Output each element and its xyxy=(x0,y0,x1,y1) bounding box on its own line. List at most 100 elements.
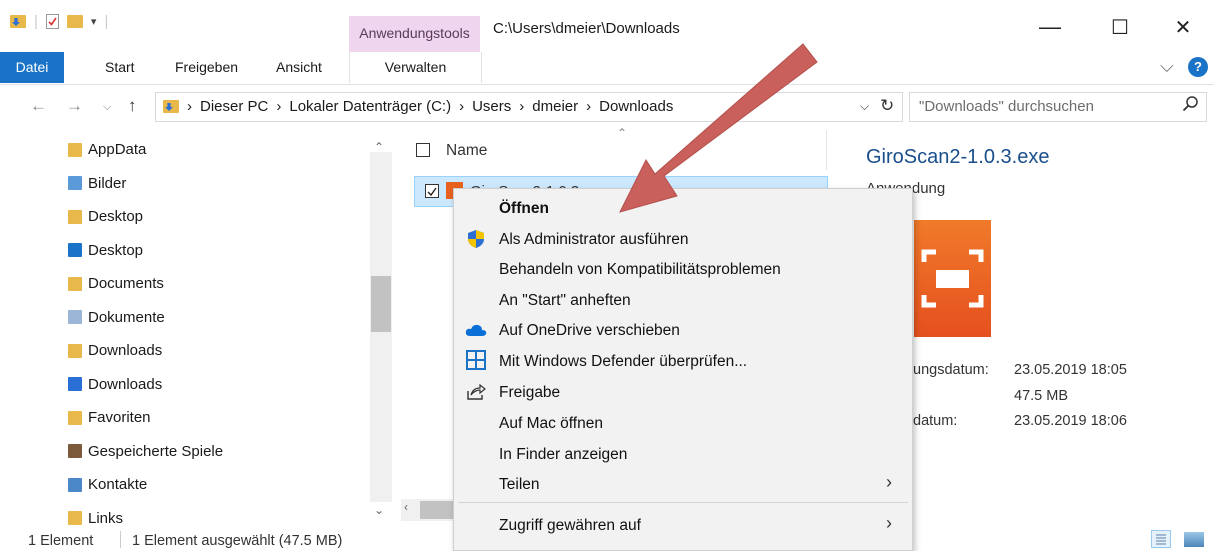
status-divider xyxy=(120,531,121,548)
share-icon xyxy=(465,381,487,403)
properties-check-icon[interactable] xyxy=(45,14,59,29)
recent-locations-icon[interactable]: ⌵ xyxy=(103,101,111,114)
tree-item-label: Bilder xyxy=(88,174,127,192)
tree-item-label: AppData xyxy=(88,141,147,158)
menu-item-troubleshoot-compatibility[interactable]: Behandeln von Kompatibilitätsproblemen xyxy=(499,256,781,284)
preview-meta-label: datum: xyxy=(913,413,958,429)
status-selection: 1 Element ausgewählt (47.5 MB) xyxy=(132,533,343,549)
toolbar-divider: | xyxy=(34,13,38,30)
menu-separator xyxy=(458,502,908,503)
scroll-down-icon[interactable]: ⌄ xyxy=(374,503,384,517)
search-icon[interactable] xyxy=(1182,95,1199,116)
menu-item-scan-defender[interactable]: Mit Windows Defender überprüfen... xyxy=(499,348,747,376)
list-horizontal-scrollbar-thumb[interactable] xyxy=(420,501,454,519)
desktop-folder-icon xyxy=(68,243,82,257)
status-item-count: 1 Element xyxy=(28,533,94,549)
select-all-checkbox[interactable] xyxy=(416,143,430,157)
forward-arrow-icon[interactable]: → xyxy=(66,96,83,116)
tree-item[interactable]: AppData xyxy=(68,133,146,166)
tree-item[interactable]: Documents xyxy=(68,267,164,300)
onedrive-cloud-icon xyxy=(465,319,487,341)
details-view-icon[interactable] xyxy=(1151,530,1171,548)
tree-item[interactable]: Desktop xyxy=(68,234,143,267)
toolbar-divider: | xyxy=(104,13,109,30)
preview-meta-label: ungsdatum: xyxy=(913,362,989,378)
file-row-checkbox[interactable] xyxy=(425,184,439,198)
maximize-button[interactable]: ☐ xyxy=(1100,14,1140,40)
new-folder-icon[interactable] xyxy=(66,15,83,28)
address-dropdown-icon[interactable]: ⌵ xyxy=(860,99,869,114)
column-header-name[interactable]: Name xyxy=(446,142,487,160)
tree-item-label: Desktop xyxy=(88,241,144,259)
scroll-left-icon[interactable]: ‹ xyxy=(404,500,408,514)
breadcrumb-item[interactable]: Downloads xyxy=(599,98,673,115)
breadcrumb-separator-icon[interactable]: › xyxy=(519,98,524,115)
close-button[interactable]: ✕ xyxy=(1163,14,1203,40)
breadcrumb: › Dieser PC › Lokaler Datenträger (C:) ›… xyxy=(187,98,673,115)
refresh-icon[interactable]: ↻ xyxy=(880,96,894,116)
tab-ansicht[interactable]: Ansicht xyxy=(276,52,322,83)
menu-item-show-in-finder[interactable]: In Finder anzeigen xyxy=(499,441,627,469)
tab-datei[interactable]: Datei xyxy=(0,52,64,83)
favorites-folder-icon xyxy=(68,410,82,425)
customize-dropdown-icon[interactable]: ▾ xyxy=(91,15,97,28)
tree-item[interactable]: Downloads xyxy=(68,334,162,367)
large-icons-view-icon[interactable] xyxy=(1184,532,1204,547)
breadcrumb-item[interactable]: Lokaler Datenträger (C:) xyxy=(289,98,451,115)
menu-item-pin-to-start[interactable]: An "Start" anheften xyxy=(499,287,631,315)
tree-item[interactable]: Dokumente xyxy=(68,301,165,334)
breadcrumb-separator-icon[interactable]: › xyxy=(586,98,591,115)
tree-item[interactable]: Downloads xyxy=(68,368,162,401)
window-title: C:\Users\dmeier\Downloads xyxy=(493,20,680,37)
submenu-arrow-icon: › xyxy=(886,472,892,492)
downloads-location-icon xyxy=(163,100,179,113)
tree-item[interactable]: Favoriten xyxy=(68,401,151,434)
tab-freigeben[interactable]: Freigeben xyxy=(175,52,238,83)
tree-scrollbar-thumb[interactable] xyxy=(371,276,391,332)
preview-meta-value: 23.05.2019 18:06 xyxy=(1014,413,1127,429)
documents-folder-icon xyxy=(68,310,82,324)
search-placeholder[interactable]: "Downloads" durchsuchen xyxy=(919,98,1094,115)
tree-item[interactable]: Desktop xyxy=(68,200,143,233)
menu-item-teilen[interactable]: Teilen xyxy=(499,471,540,499)
tree-item-label: Favoriten xyxy=(88,409,151,426)
tree-item[interactable]: Bilder xyxy=(68,167,126,200)
minimize-button[interactable]: — xyxy=(1030,14,1070,40)
breadcrumb-separator-icon[interactable]: › xyxy=(459,98,464,115)
menu-item-give-access[interactable]: Zugriff gewähren auf xyxy=(499,512,641,540)
menu-item-share[interactable]: Freigabe xyxy=(499,379,560,407)
quick-access-toolbar: | ▾ | xyxy=(10,13,108,30)
column-divider xyxy=(826,130,827,170)
explorer-folder-icon[interactable] xyxy=(10,15,26,28)
tree-item[interactable]: Kontakte xyxy=(68,468,147,501)
tab-start[interactable]: Start xyxy=(105,52,135,83)
ribbon-expand-icon[interactable]: ⌵ xyxy=(1160,56,1174,77)
menu-item-open[interactable]: Öffnen xyxy=(499,195,549,223)
tab-verwalten[interactable]: Verwalten xyxy=(349,52,482,83)
folder-icon xyxy=(68,343,82,358)
tree-item-label: Dokumente xyxy=(88,308,165,326)
windows-defender-icon xyxy=(465,349,487,371)
up-arrow-icon[interactable]: ↑ xyxy=(128,96,137,116)
preview-app-icon xyxy=(914,220,991,337)
breadcrumb-item[interactable]: Dieser PC xyxy=(200,98,268,115)
breadcrumb-item[interactable]: Users xyxy=(472,98,511,115)
tree-item-label: Downloads xyxy=(88,375,163,393)
saved-games-folder-icon xyxy=(68,444,82,458)
back-arrow-icon[interactable]: ← xyxy=(30,96,47,116)
folder-icon xyxy=(68,276,82,291)
uac-shield-icon xyxy=(465,228,487,250)
menu-item-run-as-admin[interactable]: Als Administrator ausführen xyxy=(499,226,689,254)
pictures-folder-icon xyxy=(68,176,82,190)
context-tab-label[interactable]: Anwendungstools xyxy=(349,25,480,41)
breadcrumb-item[interactable]: dmeier xyxy=(532,98,578,115)
tree-item[interactable]: Gespeicherte Spiele xyxy=(68,435,223,468)
tree-item-label: Desktop xyxy=(88,208,144,225)
preview-meta-value: 23.05.2019 18:05 xyxy=(1014,362,1127,378)
menu-item-open-on-mac[interactable]: Auf Mac öffnen xyxy=(499,410,603,438)
breadcrumb-separator-icon[interactable]: › xyxy=(276,98,281,115)
help-icon[interactable]: ? xyxy=(1188,57,1208,77)
menu-item-move-to-onedrive[interactable]: Auf OneDrive verschieben xyxy=(499,317,680,345)
tree-item-label: Gespeicherte Spiele xyxy=(88,442,224,460)
contacts-folder-icon xyxy=(68,477,82,492)
